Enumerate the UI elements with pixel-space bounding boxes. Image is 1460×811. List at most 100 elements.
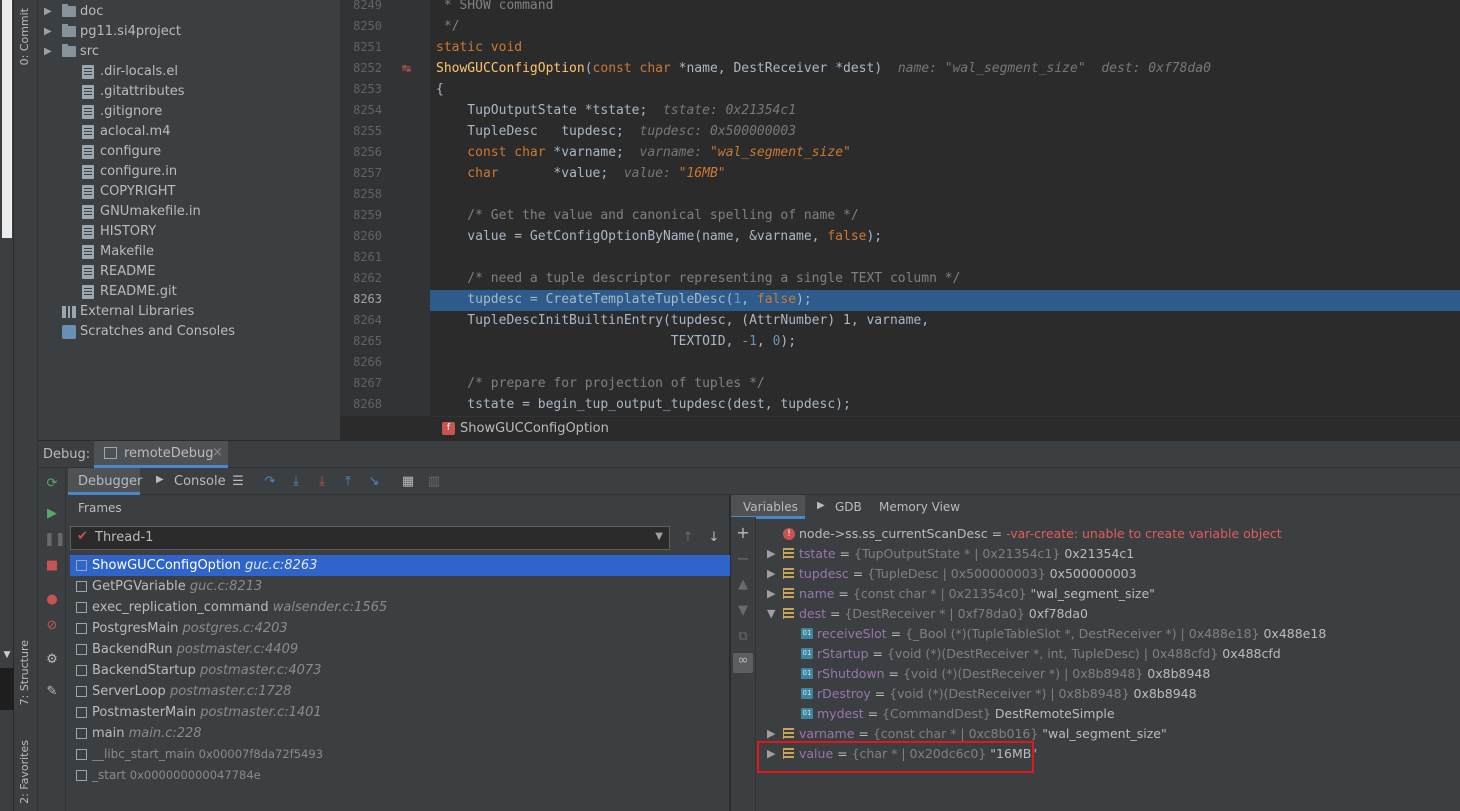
line-number: 8266 xyxy=(353,355,382,369)
favorites-tab[interactable]: 2: Favorites xyxy=(18,740,31,804)
project-item-gnumakefile-in[interactable]: GNUmakefile.in xyxy=(38,202,338,222)
variable-row[interactable]: 01 receiveSlot = {_Bool (*)(TupleTableSlo… xyxy=(731,624,1460,644)
project-item-history[interactable]: HISTORY xyxy=(38,222,338,242)
layout-icon[interactable]: ▥ xyxy=(426,474,442,490)
frame-row[interactable]: _start 0x000000000047784e xyxy=(70,765,730,786)
frame-row[interactable]: ShowGUCConfigOption guc.c:8263 xyxy=(70,555,730,576)
console-tab[interactable]: ▶ Console xyxy=(156,468,230,495)
code-editor[interactable]: 8249 8250 8251 8252 8253 8254 8255 8256 8257 8258… xyxy=(340,0,1460,440)
evaluate-icon[interactable]: ▦ xyxy=(400,474,416,490)
variable-row[interactable]: ▼ dest = {DestReceiver * | 0xf78da0} 0xf7… xyxy=(731,604,1460,624)
code-token: ); xyxy=(780,334,797,349)
close-icon[interactable]: × xyxy=(212,445,223,460)
gdb-tab[interactable]: ▶ GDB xyxy=(817,495,877,519)
variable-row[interactable]: 01 mydest = {CommandDest} DestRemoteSimpl… xyxy=(731,704,1460,724)
project-item-dir-locals-el[interactable]: .dir-locals.el xyxy=(38,62,338,82)
debug-actions: ⟳ ▶ ❚❚ ■ ● ⊘ ⚙ ✎ xyxy=(38,468,66,811)
variable-row[interactable]: ▶ tstate = {TupOutputState * | 0x21354c1}… xyxy=(731,544,1460,564)
step-into-icon[interactable]: ⤓ xyxy=(288,474,304,490)
frame-row[interactable]: __libc_start_main 0x00007f8da72f5493 xyxy=(70,744,730,765)
project-item-external-libraries[interactable]: External Libraries xyxy=(38,302,338,322)
frame-row[interactable]: main main.c:228 xyxy=(70,723,730,744)
chevron-down-icon[interactable]: ▼ xyxy=(0,650,14,664)
chevron-right-icon[interactable]: ▶ xyxy=(767,584,777,604)
frame-location: postmaster.c:4409 xyxy=(176,642,299,657)
variable-row[interactable]: 01 rStartup = {void (*)(DestReceiver *, i… xyxy=(731,644,1460,664)
memory-view-tab[interactable]: Memory View xyxy=(879,495,969,519)
chevron-right-icon[interactable]: ▶ xyxy=(767,564,777,584)
code-token: ); xyxy=(796,292,812,307)
project-item-label: .dir-locals.el xyxy=(100,64,179,79)
pause-icon[interactable]: ❚❚ xyxy=(44,532,66,548)
line-number: 8260 xyxy=(353,229,382,243)
project-item-gitignore[interactable]: .gitignore xyxy=(38,102,338,122)
line-number: 8254 xyxy=(353,103,382,117)
step-out-icon[interactable]: ⤒ xyxy=(340,474,356,490)
frame-row[interactable]: exec_replication_command walsender.c:156… xyxy=(70,597,730,618)
debugger-tab-label: Debugger xyxy=(78,474,143,489)
chevron-right-icon[interactable]: ▶ xyxy=(44,22,54,42)
frame-down-icon[interactable]: ↓ xyxy=(706,530,722,546)
line-number: 8258 xyxy=(353,187,382,201)
chevron-right-icon[interactable]: ▶ xyxy=(767,544,777,564)
frame-function: PostgresMain xyxy=(92,621,183,636)
session-tab[interactable]: remoteDebug × xyxy=(94,441,228,468)
file-icon xyxy=(82,205,94,219)
force-step-into-icon[interactable]: ⤓ xyxy=(314,474,330,490)
project-item-readme-git[interactable]: README.git xyxy=(38,282,338,302)
variable-row[interactable]: 01 rShutdown = {void (*)(DestReceiver *) … xyxy=(731,664,1460,684)
variable-row[interactable]: ▶ tupdesc = {TupleDesc | 0x500000003} 0x5… xyxy=(731,564,1460,584)
project-item-readme[interactable]: README xyxy=(38,262,338,282)
frame-function: ShowGUCConfigOption xyxy=(92,558,245,573)
frame-location: postgres.c:4203 xyxy=(182,621,288,636)
resume-icon[interactable]: ▶ xyxy=(44,506,60,522)
project-item-configure[interactable]: configure xyxy=(38,142,338,162)
outer-scrollbar[interactable] xyxy=(2,0,12,238)
chevron-right-icon[interactable]: ▶ xyxy=(44,2,54,22)
chevron-right-icon[interactable]: ▶ xyxy=(44,42,54,62)
frame-row[interactable]: BackendRun postmaster.c:4409 xyxy=(70,639,730,660)
project-item-makefile[interactable]: Makefile xyxy=(38,242,338,262)
variable-row[interactable]: 01 rDestroy = {void (*)(DestReceiver *) |… xyxy=(731,684,1460,704)
mute-breakpoints-icon[interactable]: ⊘ xyxy=(44,618,60,634)
frame-up-icon[interactable]: ↑ xyxy=(680,530,696,546)
rerun-icon[interactable]: ⟳ xyxy=(44,476,60,492)
stop-icon[interactable]: ■ xyxy=(44,558,60,574)
project-item-gitattributes[interactable]: .gitattributes xyxy=(38,82,338,102)
frame-row[interactable]: GetPGVariable guc.c:8213 xyxy=(70,576,730,597)
inline-hint: tstate: 0x21354c1 xyxy=(662,103,797,118)
project-item-aclocal-m4[interactable]: aclocal.m4 xyxy=(38,122,338,142)
project-item-doc[interactable]: ▶ doc xyxy=(38,2,338,22)
debugger-tab[interactable]: Debugger xyxy=(68,468,143,495)
step-over-icon[interactable]: ↷ xyxy=(262,474,278,490)
project-item-scratches-and-consoles[interactable]: Scratches and Consoles xyxy=(38,322,338,342)
chevron-down-icon[interactable]: ▼ xyxy=(767,604,777,624)
frame-row[interactable]: ServerLoop postmaster.c:1728 xyxy=(70,681,730,702)
code-line: value = GetConfigOptionByName(name, &var… xyxy=(436,226,882,247)
variable-type: {_Bool (*)(TupleTableSlot *, DestReceive… xyxy=(905,626,1260,641)
project-item-copyright[interactable]: COPYRIGHT xyxy=(38,182,338,202)
project-item-configure-in[interactable]: configure.in xyxy=(38,162,338,182)
session-label: remoteDebug xyxy=(124,446,214,461)
code-line: */ xyxy=(436,19,460,34)
frame-row[interactable]: PostmasterMain postmaster.c:1401 xyxy=(70,702,730,723)
view-breakpoints-icon[interactable]: ● xyxy=(44,592,60,608)
menu-icon[interactable]: ☰ xyxy=(230,474,246,490)
frame-row[interactable]: PostgresMain postgres.c:4203 xyxy=(70,618,730,639)
project-item-label: External Libraries xyxy=(80,304,195,319)
variables-tab[interactable]: Variables xyxy=(731,495,805,519)
run-to-cursor-icon[interactable]: ↘ xyxy=(366,474,382,490)
variable-row[interactable]: ▶ name = {const char * | 0x21354c0} "wal_… xyxy=(731,584,1460,604)
variable-row[interactable]: ! node->ss.ss_currentScanDesc = -var-crea… xyxy=(731,524,1460,544)
frame-icon xyxy=(76,728,87,739)
thread-select[interactable]: ✔ Thread-1 ▼ xyxy=(70,526,670,550)
project-item-pg11-si4project[interactable]: ▶ pg11.si4project xyxy=(38,22,338,42)
commit-tab[interactable]: 0: Commit xyxy=(18,8,31,65)
frame-row[interactable]: BackendStartup postmaster.c:4073 xyxy=(70,660,730,681)
project-item-src[interactable]: ▶ src xyxy=(38,42,338,62)
inline-hint-value: "wal_segment_size" xyxy=(709,145,851,160)
pin-icon[interactable]: ✎ xyxy=(44,684,60,700)
structure-tab[interactable]: 7: Structure xyxy=(18,640,31,705)
breadcrumb[interactable]: f ShowGUCConfigOption xyxy=(430,416,1460,440)
settings-icon[interactable]: ⚙ xyxy=(44,652,60,668)
